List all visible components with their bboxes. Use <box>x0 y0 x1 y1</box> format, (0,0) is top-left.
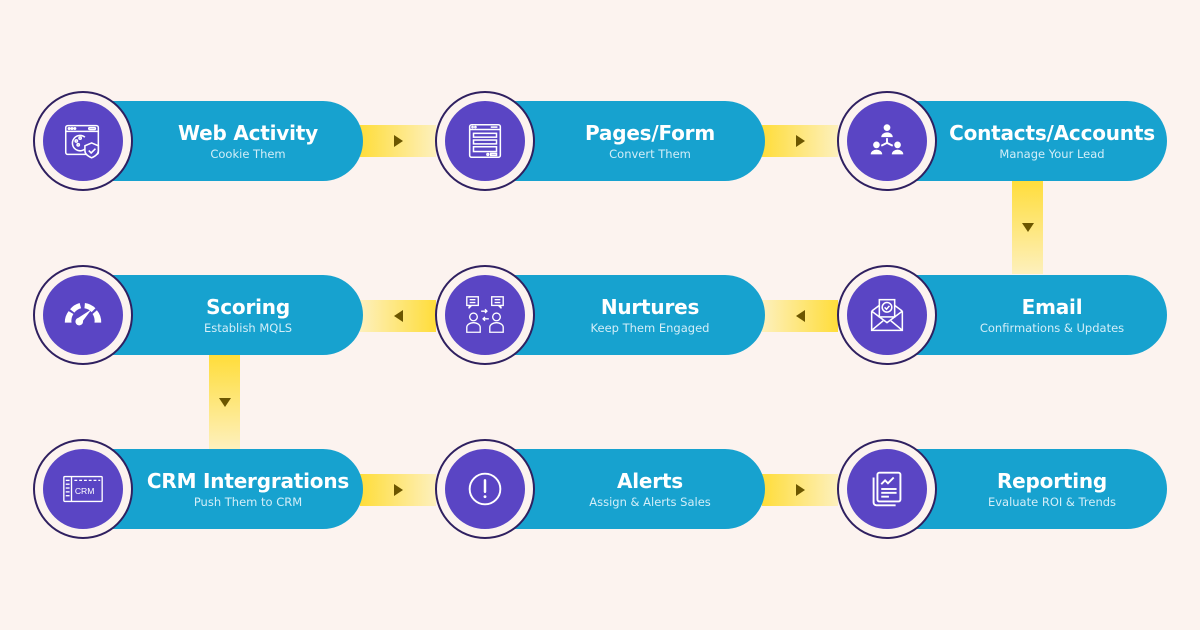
icon-disc <box>43 275 123 355</box>
icon-ring <box>435 439 535 539</box>
arrow-down-icon <box>1021 222 1034 232</box>
icon-disc <box>445 275 525 355</box>
connector-scoring-to-crm <box>209 355 240 449</box>
step-title: Email <box>1021 294 1083 319</box>
step-alerts: Alerts Assign & Alerts Sales <box>435 439 775 539</box>
icon-ring <box>33 265 133 365</box>
icon-ring: CRM <box>33 439 133 539</box>
web-form-icon <box>468 123 502 159</box>
arrow-left-icon <box>795 310 805 322</box>
step-title: Nurtures <box>600 294 700 319</box>
icon-disc <box>445 449 525 529</box>
icon-ring <box>837 91 937 191</box>
step-subtitle: Push Them to CRM <box>193 494 303 509</box>
conversation-exchange-icon <box>466 296 504 333</box>
step-scoring: Scoring Establish MQLS <box>33 265 373 365</box>
step-contacts-accounts: Contacts/Accounts Manage Your Lead <box>837 91 1177 191</box>
step-nurtures: Nurtures Keep Them Engaged <box>435 265 775 365</box>
icon-disc <box>847 275 927 355</box>
arrow-right-icon <box>393 484 403 496</box>
step-subtitle: Keep Them Engaged <box>590 320 710 335</box>
step-email: Email Confirmations & Updates <box>837 265 1177 365</box>
step-title: Alerts <box>616 468 684 493</box>
arrow-right-icon <box>795 135 805 147</box>
step-title: Reporting <box>996 468 1108 493</box>
arrow-down-icon <box>218 397 231 407</box>
arrow-left-icon <box>393 310 403 322</box>
step-title: Web Activity <box>177 120 319 145</box>
report-chart-icon <box>872 471 902 507</box>
step-subtitle: Establish MQLS <box>203 320 293 335</box>
step-title: Scoring <box>206 294 290 319</box>
step-subtitle: Evaluate ROI & Trends <box>987 494 1117 509</box>
step-subtitle: Confirmations & Updates <box>979 320 1125 335</box>
step-pages-form: Pages/Form Convert Them <box>435 91 775 191</box>
step-subtitle: Assign & Alerts Sales <box>589 494 711 509</box>
connector-contacts-to-email <box>1012 180 1043 274</box>
icon-disc <box>445 101 525 181</box>
icon-disc <box>847 449 927 529</box>
icon-ring <box>837 265 937 365</box>
step-reporting: Reporting Evaluate ROI & Trends <box>837 439 1177 539</box>
arrow-right-icon <box>393 135 403 147</box>
icon-ring <box>435 265 535 365</box>
cookie-browser-shield-icon <box>64 124 100 159</box>
email-check-icon <box>870 298 904 332</box>
step-crm-integrations: CRM CRM Intergrations Push Them to CRM <box>33 439 373 539</box>
step-title: Contacts/Accounts <box>949 120 1155 145</box>
speedometer-icon <box>64 303 102 326</box>
step-web-activity: Web Activity Cookie Them <box>33 91 373 191</box>
alert-exclamation-icon <box>468 472 502 506</box>
icon-ring <box>435 91 535 191</box>
icon-disc: CRM <box>43 449 123 529</box>
icon-ring <box>33 91 133 191</box>
arrow-right-icon <box>795 484 805 496</box>
step-subtitle: Cookie Them <box>210 146 286 161</box>
contacts-network-icon <box>870 124 904 155</box>
step-title: CRM Intergrations <box>146 468 350 493</box>
icon-disc <box>43 101 123 181</box>
icon-ring <box>837 439 937 539</box>
icon-disc <box>847 101 927 181</box>
step-subtitle: Convert Them <box>609 146 691 161</box>
crm-window-icon: CRM <box>63 475 103 503</box>
step-subtitle: Manage Your Lead <box>999 146 1105 161</box>
svg-text:CRM: CRM <box>75 486 95 496</box>
step-title: Pages/Form <box>584 120 715 145</box>
